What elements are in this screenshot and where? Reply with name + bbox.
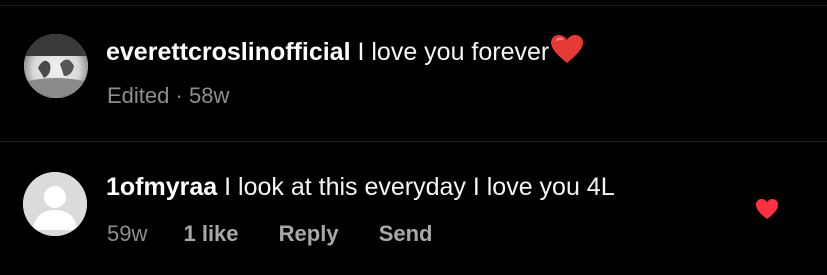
meta-separator: ·	[175, 83, 183, 108]
comment-body: I love you forever	[357, 38, 550, 66]
comment: everettcroslinofficial I love you foreve…	[0, 0, 827, 140]
comment-text-line: 1ofmyraa I look at this everyday I love …	[106, 171, 615, 203]
comment-body: I look at this everyday I love you 4L	[224, 173, 615, 201]
comment-username[interactable]: 1ofmyraa	[106, 173, 217, 201]
edited-label: Edited	[107, 83, 170, 108]
send-button[interactable]: Send	[379, 220, 433, 248]
comments-thread: everettcroslinofficial I love you foreve…	[0, 0, 827, 275]
comment-meta: 59w 1 like Reply Send	[107, 220, 433, 248]
comment-age: 59w	[107, 221, 148, 246]
comment-age: 58w	[188, 83, 230, 108]
avatar-image	[24, 34, 88, 98]
avatar[interactable]	[24, 34, 88, 98]
reply-button[interactable]: Reply	[279, 220, 339, 248]
avatar[interactable]	[23, 172, 87, 236]
red-heart-icon	[550, 34, 584, 64]
comment-text-line: everettcroslinofficial I love you foreve…	[106, 34, 584, 68]
likes-count-button[interactable]: 1 like	[183, 220, 238, 248]
comment: 1ofmyraa I look at this everyday I love …	[0, 142, 827, 275]
comment-username[interactable]: everettcroslinofficial	[106, 38, 351, 66]
like-heart-icon[interactable]	[755, 198, 779, 220]
comment-meta: Edited · 58w	[107, 82, 229, 110]
default-avatar-icon	[23, 172, 87, 236]
